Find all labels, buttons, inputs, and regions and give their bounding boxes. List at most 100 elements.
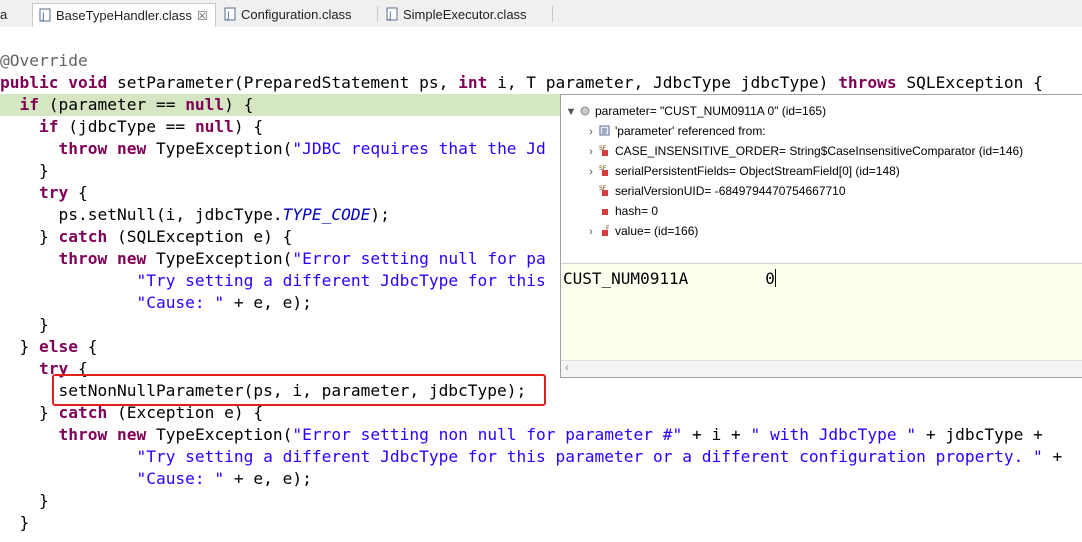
tree-row-root[interactable]: ▼ parameter= "CUST_NUM0911A 0" (id=165) <box>565 101 827 122</box>
code-text: + jdbcType + <box>916 425 1053 444</box>
expand-right-icon[interactable]: › <box>585 162 597 182</box>
editor-tab-bar: a J BaseTypeHandler.class ☒ J Configuration… <box>0 0 1082 28</box>
tab-simpleexecutor[interactable]: J SimpleExecutor.class <box>380 3 550 27</box>
tab-configuration[interactable]: J Configuration.class <box>218 3 378 27</box>
code-text: } <box>38 491 49 510</box>
string-literal: " with JdbcType " <box>750 425 917 444</box>
code-text: { <box>68 183 88 202</box>
keyword: null <box>185 95 225 114</box>
code-text: TypeException( <box>146 425 293 444</box>
tree-row-label: parameter= "CUST_NUM0911A 0" (id=165) <box>595 104 827 118</box>
expand-down-icon[interactable]: ▼ <box>565 102 577 122</box>
tree-row-label: serialPersistentFields= ObjectStreamFiel… <box>615 164 900 178</box>
tab-truncated[interactable]: a <box>0 3 30 27</box>
tree-row[interactable]: › SF CASE_INSENSITIVE_ORDER= String$CaseIn… <box>585 141 1023 161</box>
code-text: ) { <box>224 95 254 114</box>
static-final-field-icon: SF <box>599 165 608 176</box>
keyword: try <box>38 183 69 202</box>
code-line: } <box>0 314 49 336</box>
string-literal: "Error setting null for pa <box>292 249 546 268</box>
svg-text:J: J <box>41 12 45 22</box>
local-variable-icon <box>580 106 590 116</box>
code-line: "Cause: " + e, e); <box>0 292 312 314</box>
svg-text:F: F <box>606 225 610 232</box>
code-line: if (jdbcType == null) { <box>0 116 263 138</box>
string-literal: "Cause: " <box>136 293 225 312</box>
value-detail-text: CUST_NUM0911A 0 <box>563 269 775 288</box>
static-final-field-icon: SF <box>599 145 608 156</box>
tree-row[interactable]: › SF serialPersistentFields= ObjectStreamF… <box>585 161 900 181</box>
code-text: { <box>77 337 98 356</box>
expand-right-icon[interactable]: › <box>585 142 597 162</box>
references-icon <box>599 125 610 136</box>
code-text: + e, e); <box>224 293 312 312</box>
keyword: new <box>116 249 147 268</box>
code-text: + e, e); <box>224 469 312 488</box>
tab-basetypehandler[interactable]: J BaseTypeHandler.class ☒ <box>32 3 216 27</box>
keyword: new <box>116 139 147 158</box>
tree-row-label: hash= 0 <box>615 204 659 218</box>
scroll-left-icon[interactable]: ‹ <box>565 362 569 374</box>
tab-label: SimpleExecutor.class <box>403 7 527 22</box>
svg-text:SF: SF <box>599 145 607 152</box>
tab-divider <box>552 6 553 22</box>
code-line: public void setParameter(PreparedStateme… <box>0 72 1043 94</box>
keyword: void <box>68 73 108 92</box>
tree-row-label: 'parameter' referenced from: <box>615 124 766 138</box>
code-line: } else { <box>0 336 98 358</box>
tree-row-label: value= (id=166) <box>615 224 699 238</box>
code-line: } <box>0 490 49 512</box>
keyword: if <box>38 117 59 136</box>
tree-row[interactable]: hash= 0 <box>585 201 658 221</box>
code-line: @Override <box>0 50 88 72</box>
code-line: } <box>0 512 30 534</box>
tab-label: Configuration.class <box>241 7 352 22</box>
string-literal: "Cause: " <box>136 469 225 488</box>
tree-row[interactable]: SF serialVersionUID= -6849794470754667710 <box>585 181 846 201</box>
code-text: (parameter == <box>39 95 186 114</box>
code-text: TypeException( <box>146 139 293 158</box>
static-final-field-icon: SF <box>599 185 608 196</box>
code-text: + i + <box>682 425 751 444</box>
code-text: ); <box>370 205 390 224</box>
private-field-icon <box>602 209 608 215</box>
string-literal: "JDBC requires that the Jd <box>292 139 546 158</box>
tab-label: BaseTypeHandler.class <box>56 8 192 23</box>
code-text: setParameter(PreparedStatement ps, <box>107 73 459 92</box>
code-text: } <box>38 161 49 180</box>
horizontal-scrollbar[interactable]: ‹ <box>561 360 1082 377</box>
close-icon[interactable]: ☒ <box>197 9 208 23</box>
code-text: } <box>19 513 30 532</box>
code-text: } <box>38 315 49 334</box>
debug-inspect-popup[interactable]: ▼ parameter= "CUST_NUM0911A 0" (id=165) ›… <box>560 94 1082 378</box>
string-literal: "Try setting a different JdbcType for th… <box>136 271 546 290</box>
keyword: throws <box>838 73 897 92</box>
code-text: (SQLException e) { <box>107 227 293 246</box>
svg-text:SF: SF <box>599 165 607 172</box>
tree-row[interactable]: › Fvalue= (id=166) <box>585 221 698 241</box>
string-literal: "Try setting a different JdbcType for th… <box>136 447 1043 466</box>
value-detail-pane[interactable]: CUST_NUM0911A 0 <box>563 269 776 288</box>
code-line: throw new TypeException("Error setting n… <box>0 424 1053 446</box>
code-line: throw new TypeException("Error setting n… <box>0 248 546 270</box>
code-text: } <box>19 337 39 356</box>
keyword: throw <box>58 139 108 158</box>
tab-label: a <box>0 7 8 22</box>
code-text: ) { <box>233 117 264 136</box>
code-line: try { <box>0 182 88 204</box>
tree-row-label: CASE_INSENSITIVE_ORDER= String$CaseInsen… <box>615 144 1024 158</box>
svg-text:J: J <box>226 11 230 21</box>
expand-right-icon[interactable]: › <box>585 122 597 142</box>
code-line: throw new TypeException("JDBC requires t… <box>0 138 546 160</box>
tree-row[interactable]: › 'parameter' referenced from: <box>585 121 766 141</box>
tree-row-label: serialVersionUID= -6849794470754667710 <box>615 184 846 198</box>
code-line: "Try setting a different JdbcType for th… <box>0 270 546 292</box>
string-literal: "Error setting non null for parameter #" <box>292 425 683 444</box>
code-text: i, T parameter, JdbcType jdbcType) <box>487 73 839 92</box>
variable-tree[interactable]: ▼ parameter= "CUST_NUM0911A 0" (id=165) ›… <box>561 95 1082 264</box>
annotation: @Override <box>0 51 88 70</box>
class-file-icon: J <box>39 8 51 22</box>
expand-right-icon[interactable]: › <box>585 222 597 242</box>
code-text: SQLException { <box>896 73 1043 92</box>
code-text: (jdbcType == <box>58 117 195 136</box>
